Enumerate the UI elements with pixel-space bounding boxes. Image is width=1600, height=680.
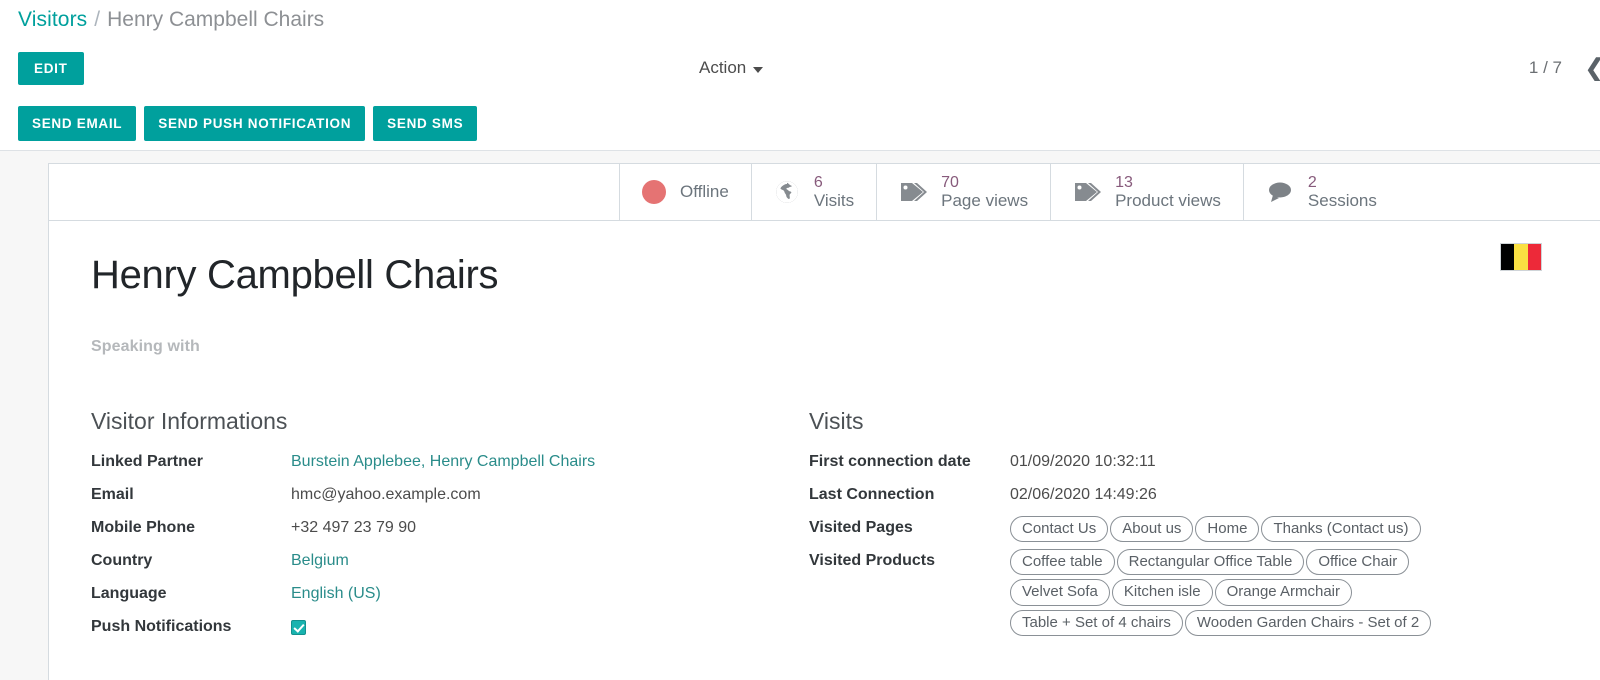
field-visited-pages: Visited Pages Contact Us About us Home Than… — [809, 515, 1560, 548]
visits-title: Visits — [809, 408, 864, 434]
mobile-phone-value: +32 497 23 79 90 — [291, 519, 417, 536]
sessions-label: Sessions — [1307, 191, 1377, 211]
breadcrumb-separator: / — [94, 8, 101, 31]
visitor-information-title: Visitor Informations — [91, 408, 288, 434]
send-email-button[interactable]: SEND EMAIL — [18, 105, 137, 141]
stat-button-bar: Offline 6 Visits 70 Page views 13 Produc… — [49, 164, 1600, 221]
comment-icon — [1266, 180, 1294, 204]
visited-product-tag[interactable]: Wooden Garden Chairs - Set of 2 — [1184, 609, 1432, 636]
visited-product-tag[interactable]: Table + Set of 4 chairs — [1010, 609, 1183, 636]
page-views-label: Page views — [941, 191, 1029, 211]
field-label: Last Connection — [809, 486, 935, 503]
field-first-connection-date: First connection date 01/09/2020 10:32:1… — [809, 449, 1560, 482]
visited-pages-tag-list: Contact Us About us Home Thanks (Contact us… — [1010, 515, 1421, 543]
visited-page-tag[interactable]: Contact Us — [1010, 516, 1109, 543]
pager: 1 / 7 ❮ — [1529, 55, 1600, 81]
product-views-count: 13 — [1115, 173, 1133, 191]
field-label: Visited Pages — [809, 519, 913, 536]
visited-products-tag-list: Coffee table Rectangular Office Table Offi… — [1010, 548, 1480, 636]
speaking-with-label: Speaking with — [91, 338, 200, 355]
breadcrumb: Visitors / Henry Campbell Chairs — [0, 0, 1600, 40]
visited-product-tag[interactable]: Coffee table — [1010, 549, 1115, 576]
field-email: Email hmc@yahoo.example.com — [91, 482, 809, 515]
linked-partner-link[interactable]: Burstein Applebee, Henry Campbell Chairs — [291, 449, 595, 471]
stat-bar-spacer — [49, 164, 620, 220]
field-label: Country — [91, 552, 153, 569]
page-title: Henry Campbell Chairs — [91, 253, 499, 297]
action-dropdown[interactable]: Action — [699, 58, 764, 78]
status-stat-button[interactable]: Offline — [620, 164, 752, 220]
status-dot-icon — [642, 180, 666, 204]
visits-label: Visits — [813, 191, 855, 211]
visits-stat-button[interactable]: 6 Visits — [751, 164, 878, 220]
field-push-notifications: Push Notifications — [91, 614, 809, 647]
pager-count: 1 / 7 — [1528, 58, 1562, 77]
field-label: Language — [91, 585, 167, 602]
field-label: First connection date — [809, 453, 971, 470]
visited-product-tag[interactable]: Rectangular Office Table — [1116, 549, 1305, 576]
visited-product-tag[interactable]: Kitchen isle — [1111, 579, 1213, 606]
status-label: Offline — [680, 182, 729, 201]
field-country: Country Belgium — [91, 548, 809, 581]
visits-count: 6 — [813, 173, 823, 191]
language-link[interactable]: English (US) — [291, 581, 381, 603]
first-connection-value: 01/09/2020 10:32:11 — [1010, 453, 1156, 470]
last-connection-value: 02/06/2020 14:49:26 — [1010, 486, 1157, 503]
page-body: Offline 6 Visits 70 Page views 13 Produc… — [0, 151, 1600, 680]
page-views-count: 70 — [941, 173, 959, 191]
email-value: hmc@yahoo.example.com — [291, 486, 481, 503]
tags-icon — [1073, 179, 1102, 205]
control-bar: EDIT Action 1 / 7 ❮ — [0, 40, 1600, 96]
record-columns: Visitor Informations Linked Partner Burs… — [91, 408, 1560, 647]
sessions-count: 2 — [1307, 173, 1317, 191]
field-last-connection: Last Connection 02/06/2020 14:49:26 — [809, 482, 1560, 515]
field-label: Email — [91, 486, 134, 503]
record-sheet: Offline 6 Visits 70 Page views 13 Produc… — [48, 163, 1600, 680]
chevron-left-icon[interactable]: ❮ — [1584, 55, 1600, 81]
sessions-stat-button[interactable]: 2 Sessions — [1243, 164, 1399, 220]
field-linked-partner: Linked Partner Burstein Applebee, Henry … — [91, 449, 809, 482]
send-push-notification-button[interactable]: SEND PUSH NOTIFICATION — [144, 105, 366, 141]
visited-page-tag[interactable]: Home — [1195, 516, 1260, 543]
globe-icon — [774, 179, 800, 205]
edit-button[interactable]: EDIT — [18, 51, 84, 85]
page-views-stat-button[interactable]: 70 Page views — [877, 164, 1052, 220]
visited-page-tag[interactable]: Thanks (Contact us) — [1261, 516, 1421, 543]
visits-group: Visits First connection date 01/09/2020 … — [809, 408, 1560, 647]
record-body: Henry Campbell Chairs Speaking with Visi… — [49, 221, 1600, 647]
visited-product-tag[interactable]: Velvet Sofa — [1010, 579, 1110, 606]
action-dropdown-label: Action — [699, 58, 747, 77]
breadcrumb-current: Henry Campbell Chairs — [107, 8, 325, 31]
field-visited-products: Visited Products Coffee table Rectangular… — [809, 548, 1560, 636]
product-views-label: Product views — [1115, 191, 1221, 211]
breadcrumb-root-link[interactable]: Visitors — [18, 8, 87, 32]
push-notifications-checkbox[interactable] — [291, 620, 306, 635]
field-label: Push Notifications — [91, 618, 232, 635]
visited-product-tag[interactable]: Office Chair — [1306, 549, 1410, 576]
visited-page-tag[interactable]: About us — [1110, 516, 1194, 543]
send-sms-button[interactable]: SEND SMS — [373, 105, 478, 141]
field-label: Linked Partner — [91, 453, 204, 470]
product-views-stat-button[interactable]: 13 Product views — [1051, 164, 1244, 220]
action-button-bar: SEND EMAIL SEND PUSH NOTIFICATION SEND S… — [0, 96, 1600, 151]
country-link[interactable]: Belgium — [291, 548, 349, 570]
visitor-information-group: Visitor Informations Linked Partner Burs… — [91, 408, 809, 647]
tags-icon — [899, 179, 928, 205]
field-label: Visited Products — [809, 552, 935, 569]
field-language: Language English (US) — [91, 581, 809, 614]
field-label: Mobile Phone — [91, 519, 195, 536]
belgium-flag-icon — [1500, 243, 1542, 271]
field-mobile-phone: Mobile Phone +32 497 23 79 90 — [91, 515, 809, 548]
visited-product-tag[interactable]: Orange Armchair — [1214, 579, 1352, 606]
chevron-down-icon — [753, 66, 764, 73]
